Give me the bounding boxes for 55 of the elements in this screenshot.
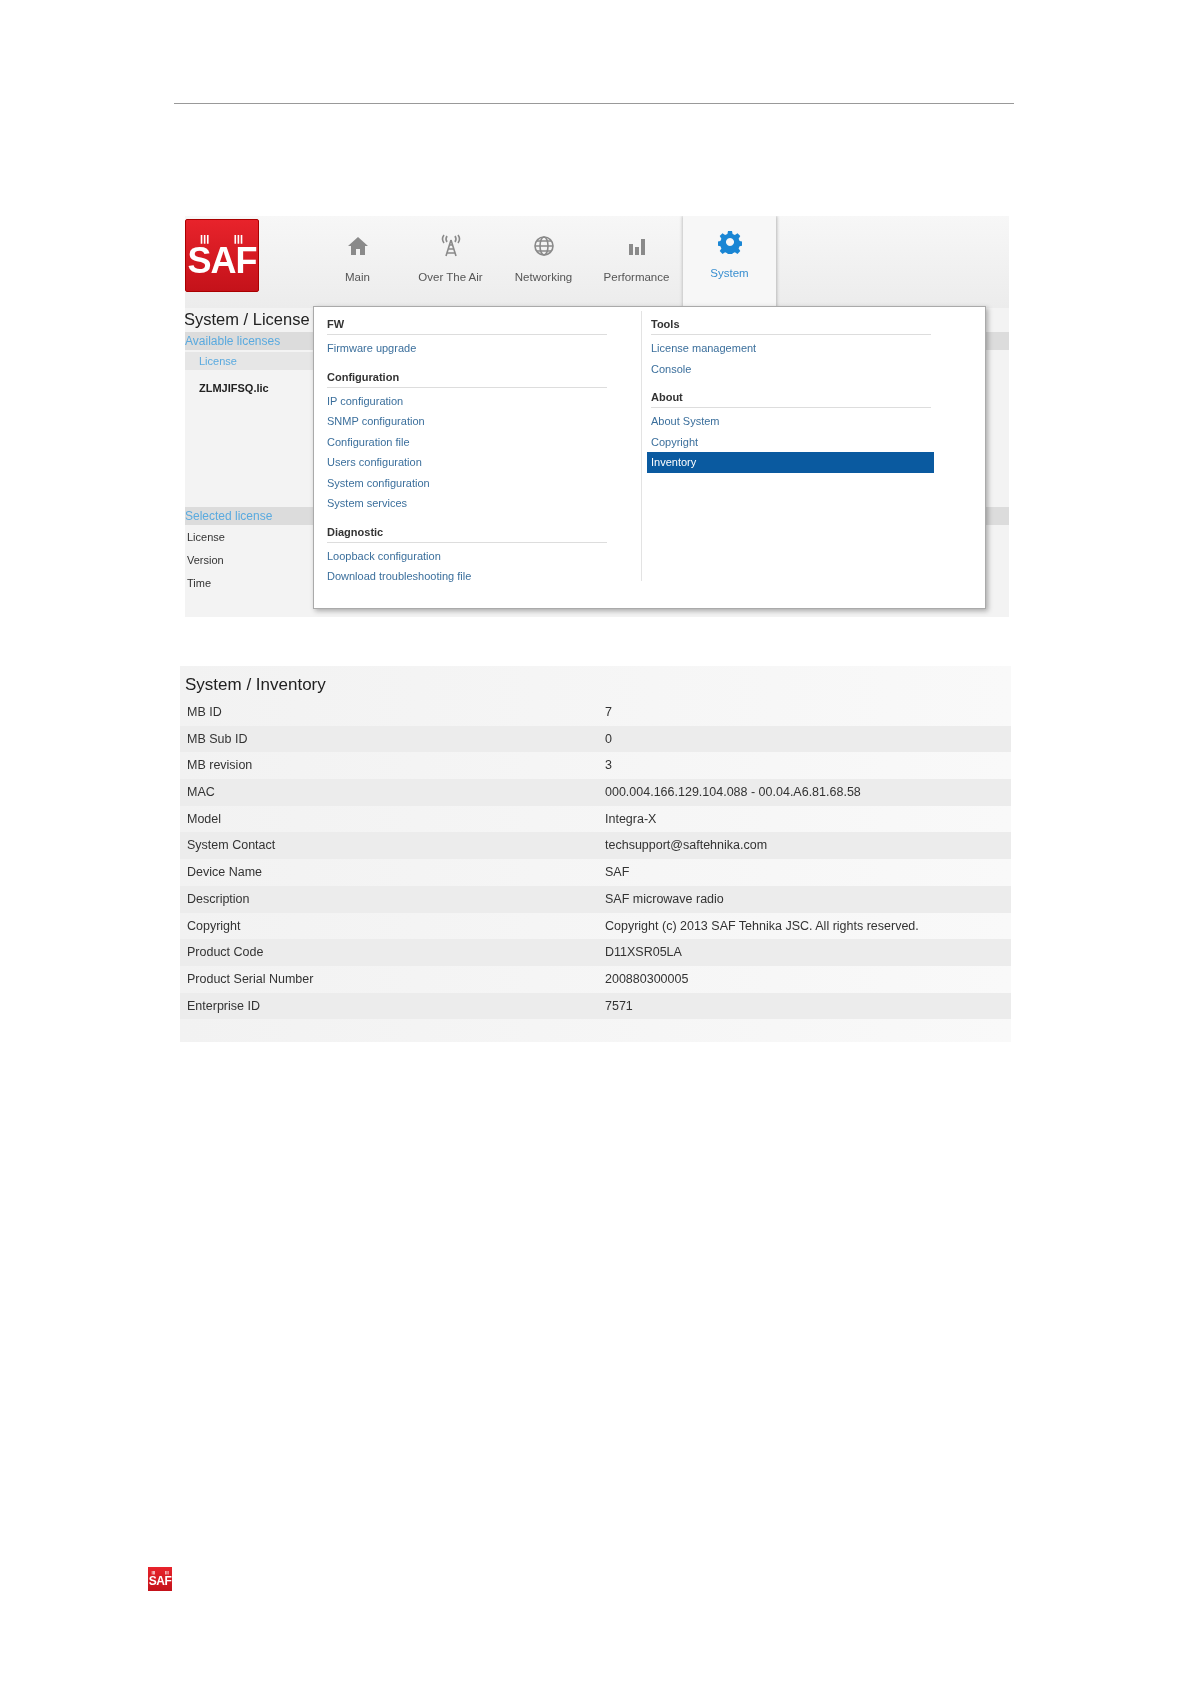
table-cell-text: ZLMJIFSQ.lic xyxy=(198,381,269,396)
table-cell-text: techsupport@saftehnika.com xyxy=(605,837,768,855)
table-cell-text: Integra-X xyxy=(605,810,657,828)
table-cell-text: MB ID xyxy=(187,704,223,721)
menu-item[interactable]: Loopback configuration xyxy=(327,545,641,566)
field-label: Time xyxy=(187,576,212,591)
menu-heading: Diagnostic xyxy=(327,520,607,543)
table-cell-text: 3 xyxy=(605,757,612,775)
nav-tab[interactable]: Performance xyxy=(590,216,683,308)
menu-item[interactable]: About System xyxy=(651,411,952,432)
table-cell-text: Copyright (c) 2013 SAF Tehnika JSC. All rights reserved. xyxy=(605,917,919,935)
table-cell-text: MB revision xyxy=(187,757,254,775)
table-cell-text: Enterprise ID xyxy=(187,997,261,1015)
menu-item[interactable]: Users configuration xyxy=(327,452,641,473)
gear-icon xyxy=(717,230,742,254)
table-cell-text: MAC xyxy=(187,784,216,802)
menu-item[interactable]: Copyright xyxy=(651,431,952,452)
table-cell-text: Model xyxy=(187,810,223,828)
table-cell-text: MB Sub ID xyxy=(187,730,249,748)
table-cell-text: 000.004.166.129.104.088 - 00.04.A6.81.68.58 xyxy=(605,784,861,802)
menu-item[interactable]: IP configuration xyxy=(327,390,641,411)
field-label: License xyxy=(187,530,225,545)
menu-item[interactable]: Inventory xyxy=(647,452,934,473)
table-cell-text: Device Name xyxy=(187,864,264,882)
table-cell-text: 0 xyxy=(605,730,612,748)
menu-item[interactable]: Download troubleshooting file xyxy=(327,566,641,587)
page-title: System / Inventory xyxy=(184,674,327,696)
table-cell-text: SAF xyxy=(605,864,630,882)
menu-heading: About xyxy=(651,386,931,408)
menu-heading: FW xyxy=(327,313,607,335)
table-cell-text: Product Code xyxy=(187,944,265,962)
menu-item[interactable]: System configuration xyxy=(327,472,641,493)
page-title: System / License xyxy=(185,310,310,330)
table-cell-text: D11XSR05LA xyxy=(605,944,682,962)
table-cell-text: System Contact xyxy=(187,837,277,855)
menu-item[interactable]: SNMP configuration xyxy=(327,411,641,432)
table-cell-text: 7571 xyxy=(605,997,633,1015)
nav-tab[interactable]: Networking xyxy=(497,216,590,308)
table-cell-text: Description xyxy=(187,890,251,908)
table-cell-text: Copyright xyxy=(187,917,242,935)
menu-heading: Tools xyxy=(651,313,931,335)
field-label: Version xyxy=(187,553,224,568)
table-cell-text: 200880300005 xyxy=(605,970,689,988)
nav-tab[interactable]: Main xyxy=(311,216,404,308)
logo: SAF xyxy=(185,219,259,292)
menu-item[interactable]: Configuration file xyxy=(327,431,641,452)
nav-tab[interactable]: Over The Air xyxy=(404,216,497,308)
logo: SAF xyxy=(148,1567,172,1591)
menu-heading: Configuration xyxy=(327,365,607,388)
globe-icon xyxy=(531,234,556,258)
menu-item[interactable]: Console xyxy=(651,358,952,379)
table-cell-text: SAF microwave radio xyxy=(605,890,724,908)
table-cell-text: Product Serial Number xyxy=(187,970,315,988)
nav-tab[interactable]: System xyxy=(683,216,776,308)
table-cell-text: 7 xyxy=(605,704,612,721)
